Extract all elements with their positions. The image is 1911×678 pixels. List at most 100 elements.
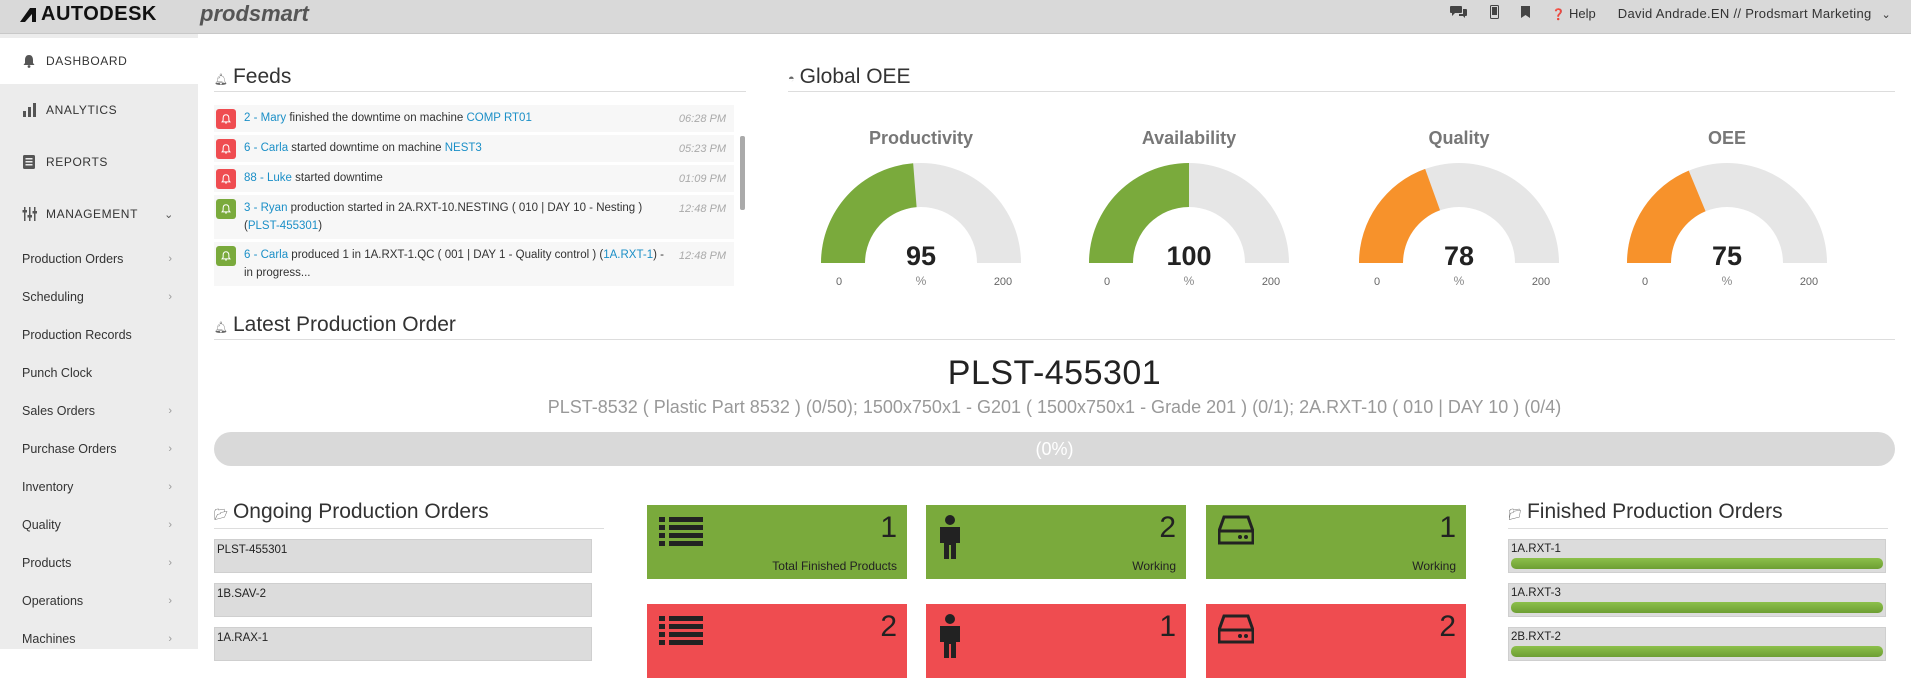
feed-user-link[interactable]: 6 - Carla <box>244 249 288 261</box>
ongoing-order-item[interactable]: 1A.RAX-1 <box>214 627 592 661</box>
stat-tile[interactable]: 1 Working <box>1206 505 1466 579</box>
sidebar-label: Production Records <box>22 328 132 342</box>
gauge-title: Productivity <box>868 128 974 148</box>
bookmark-icon[interactable] <box>1520 5 1530 21</box>
feed-user-link[interactable]: 88 - Luke <box>244 172 292 184</box>
chevron-right-icon: › <box>168 405 172 417</box>
sidebar-item-punch-clock[interactable]: Punch Clock <box>0 354 198 392</box>
latest-production-order: 🔔︎ Latest Production Order PLST-455301 P… <box>214 312 1895 466</box>
feed-time: 12:48 PM <box>678 250 726 262</box>
finished-progress-bar <box>1511 558 1883 569</box>
sidebar-item-inventory[interactable]: Inventory › <box>0 468 198 506</box>
stat-tile[interactable]: 2 <box>1206 604 1466 678</box>
chevron-down-icon: ⌄ <box>1881 8 1891 21</box>
production-order-code[interactable]: PLST-455301 <box>214 354 1895 393</box>
feed-time: 06:28 PM <box>678 113 726 125</box>
top-bar: AUTODESK prodsmart ❓ Help David Andrade.… <box>0 0 1911 34</box>
tile-value: 1 <box>1159 610 1176 643</box>
sidebar-label: Inventory <box>22 480 74 494</box>
feed-link[interactable]: 1A.RXT-1 <box>603 249 653 261</box>
sidebar-label: Production Orders <box>22 252 124 266</box>
feed-scrollbar[interactable] <box>740 136 745 210</box>
gauge-min: 0 <box>1374 276 1380 288</box>
global-oee-panel: ◓ Global OEE Productivity 95% 0 200 Availabi… <box>788 64 1895 288</box>
gauge-max: 200 <box>994 276 1012 288</box>
finished-order-item[interactable]: 1A.RXT-3 <box>1508 583 1886 617</box>
ongoing-order-item[interactable]: PLST-455301 <box>214 539 592 573</box>
gauge-fill <box>1359 168 1441 263</box>
feed-list[interactable]: 2 - Mary finished the downtime on machin… <box>214 105 734 293</box>
sidebar-item-purchase-orders[interactable]: Purchase Orders › <box>0 430 198 468</box>
finished-production-orders: 📁︎ Finished Production Orders 1A.RXT-1 1A… <box>1508 500 1888 661</box>
sidebar-label: Products <box>22 556 72 570</box>
gauge-min: 0 <box>1642 276 1648 288</box>
feed-item: 6 - Carla produced 1 in 1A.RXT-1.QC ( 00… <box>214 242 734 286</box>
chevron-right-icon: › <box>168 253 172 265</box>
report-icon <box>22 154 40 170</box>
stat-tile[interactable]: 2 <box>647 604 907 678</box>
chat-icon[interactable] <box>1449 4 1468 22</box>
gauge-chart: 75% 0 200 <box>1627 163 1827 288</box>
feed-link[interactable]: PLST-455301 <box>248 220 318 232</box>
feed-link[interactable]: COMP RT01 <box>466 112 531 124</box>
sidebar-label: Machines <box>22 632 76 646</box>
production-progress-bar: (0%) <box>214 432 1895 466</box>
stat-tile[interactable]: 1 Total Finished Products <box>647 505 907 579</box>
ongoing-order-item[interactable]: 1B.SAV-2 <box>214 583 592 617</box>
feed-user-link[interactable]: 3 - Ryan <box>244 202 287 214</box>
autodesk-logo-icon <box>20 7 36 22</box>
sidebar-item-management[interactable]: MANAGEMENT ⌄ <box>0 188 198 240</box>
mobile-icon[interactable] <box>1489 4 1499 22</box>
sidebar-label: ANALYTICS <box>46 103 118 117</box>
feed-link[interactable]: NEST3 <box>445 142 482 154</box>
feed-text-after: ) <box>318 220 323 232</box>
gauge-availability: Availability 100% 0 200 <box>1074 128 1304 289</box>
sidebar-item-dashboard[interactable]: DASHBOARD <box>0 38 198 84</box>
finished-order-item[interactable]: 1A.RXT-1 <box>1508 539 1886 573</box>
production-order-description: PLST-8532 ( Plastic Part 8532 ) (0/50); … <box>547 397 1562 417</box>
gauge-unit: % <box>1722 274 1733 288</box>
feed-user-link[interactable]: 6 - Carla <box>244 142 288 154</box>
sidebar-item-analytics[interactable]: ANALYTICS <box>0 84 198 136</box>
chevron-right-icon: › <box>168 481 172 493</box>
gauge-min: 0 <box>1104 276 1110 288</box>
stat-tile[interactable]: 1 <box>926 604 1186 678</box>
sidebar-item-sales-orders[interactable]: Sales Orders › <box>0 392 198 430</box>
oee-title: Global OEE <box>799 64 911 88</box>
tile-label: Total Finished Products <box>772 559 897 573</box>
bell-icon <box>216 169 236 189</box>
sidebar-label: REPORTS <box>46 155 108 169</box>
feed-item: 3 - Ryan production started in 2A.RXT-10… <box>214 195 734 239</box>
finished-order-item[interactable]: 2B.RXT-2 <box>1508 627 1886 661</box>
sidebar-item-quality[interactable]: Quality › <box>0 506 198 544</box>
sidebar-item-scheduling[interactable]: Scheduling › <box>0 278 198 316</box>
person-icon <box>938 614 962 663</box>
chevron-right-icon: › <box>168 519 172 531</box>
latest-title: Latest Production Order <box>232 312 456 336</box>
user-menu[interactable]: David Andrade.EN // Prodsmart Marketing … <box>1618 6 1891 21</box>
sidebar-item-products[interactable]: Products › <box>0 544 198 582</box>
machine-icon <box>1217 515 1255 550</box>
sidebar-item-production-records[interactable]: Production Records <box>0 316 198 354</box>
gauge-fill <box>821 163 917 263</box>
bell-icon <box>216 139 236 159</box>
product-logo[interactable]: prodsmart <box>200 1 309 27</box>
help-label: Help <box>1569 5 1596 21</box>
feed-time: 05:23 PM <box>678 143 726 155</box>
feed-user-link[interactable]: 2 - Mary <box>244 112 286 124</box>
autodesk-logo[interactable]: AUTODESK <box>20 3 157 26</box>
stat-tile[interactable]: 2 Working <box>926 505 1186 579</box>
bell-icon <box>216 109 236 129</box>
sidebar-item-production-orders[interactable]: Production Orders › <box>0 240 198 278</box>
gauge-chart: 95% 0 200 <box>821 163 1021 288</box>
brand-name: AUTODESK <box>41 3 157 25</box>
sidebar-item-reports[interactable]: REPORTS <box>0 136 198 188</box>
bell-icon <box>216 246 236 266</box>
finished-order-code: 2B.RXT-2 <box>1511 631 1561 643</box>
sidebar-item-machines[interactable]: Machines › <box>0 620 198 658</box>
gauge-unit: % <box>1184 274 1195 288</box>
tile-value: 2 <box>880 610 897 643</box>
help-link[interactable]: ❓ Help <box>1552 6 1596 21</box>
sidebar-item-operations[interactable]: Operations › <box>0 582 198 620</box>
machine-icon <box>1217 614 1255 649</box>
